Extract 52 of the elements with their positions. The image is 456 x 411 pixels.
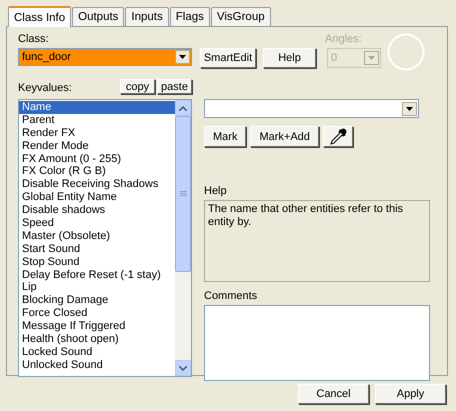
list-item[interactable]: FX Amount (0 - 255)	[19, 152, 175, 166]
list-item[interactable]: Speed	[19, 217, 175, 230]
list-item[interactable]: Disable Receiving Shadows	[19, 178, 175, 192]
tab[interactable]: Outputs	[72, 7, 124, 26]
dropdown-arrow-icon	[179, 55, 186, 59]
list-item[interactable]: Message If Triggered	[19, 320, 175, 334]
list-item[interactable]: Render Mode	[19, 140, 175, 153]
copy-button[interactable]: copy	[120, 79, 155, 94]
comments-field[interactable]	[204, 305, 430, 381]
list-item[interactable]: Name	[19, 101, 175, 114]
smartedit-button[interactable]: SmartEdit	[200, 48, 256, 68]
list-item[interactable]: Unlocked Sound	[19, 358, 175, 372]
scroll-up-icon	[179, 106, 187, 110]
list-item[interactable]: Lip	[19, 281, 175, 294]
scrollbar[interactable]	[175, 100, 191, 376]
list-item[interactable]: Render FX	[19, 126, 175, 140]
dialog-button[interactable]: Cancel	[298, 384, 369, 404]
list-item[interactable]: Master (Obsolete)	[19, 230, 175, 243]
list-item[interactable]: Force Closed	[19, 307, 175, 320]
class-label: Class:	[18, 33, 50, 45]
eyedropper-button[interactable]	[322, 126, 353, 147]
eyedropper-icon	[328, 128, 347, 146]
angles-label: Angles:	[325, 33, 363, 45]
help-text: The name that other entities refer to this entity by.	[204, 200, 430, 282]
dropdown-arrow-icon	[406, 106, 413, 110]
list-item[interactable]: Parent	[19, 114, 175, 127]
dialog-button[interactable]: Apply	[375, 384, 446, 404]
list-item[interactable]: Health (shoot open)	[19, 333, 175, 346]
list-item[interactable]: Global Entity Name	[19, 191, 175, 204]
class-dropdown[interactable]: func_door	[18, 48, 192, 66]
list-item[interactable]: Stop Sound	[19, 256, 175, 269]
mark-button[interactable]: Mark	[204, 126, 246, 147]
tab[interactable]: Class Info	[8, 6, 72, 27]
help-label: Help	[204, 185, 228, 197]
tab[interactable]: Inputs	[125, 7, 169, 26]
list-item[interactable]: Blocking Damage	[19, 294, 175, 308]
help-button[interactable]: Help	[263, 48, 316, 68]
list-item[interactable]: Delay Before Reset (-1 stay)	[19, 268, 175, 282]
mark-button[interactable]: Mark+Add	[250, 126, 319, 147]
scroll-down-icon	[179, 366, 187, 370]
value-dropdown[interactable]	[204, 99, 419, 118]
tab[interactable]: VisGroup	[210, 7, 271, 26]
list-item[interactable]: Disable shadows	[19, 204, 175, 218]
paste-button[interactable]: paste	[157, 79, 192, 94]
dropdown-arrow-icon	[368, 56, 375, 60]
list-item[interactable]: FX Color (R G B)	[19, 165, 175, 178]
list-item[interactable]: Locked Sound	[19, 346, 175, 359]
tab[interactable]: Flags	[170, 7, 210, 26]
keyvalues-label: Keyvalues:	[18, 82, 72, 94]
comments-label: Comments	[204, 290, 258, 302]
grip-icon	[180, 191, 186, 197]
list-item[interactable]: Start Sound	[19, 242, 175, 256]
